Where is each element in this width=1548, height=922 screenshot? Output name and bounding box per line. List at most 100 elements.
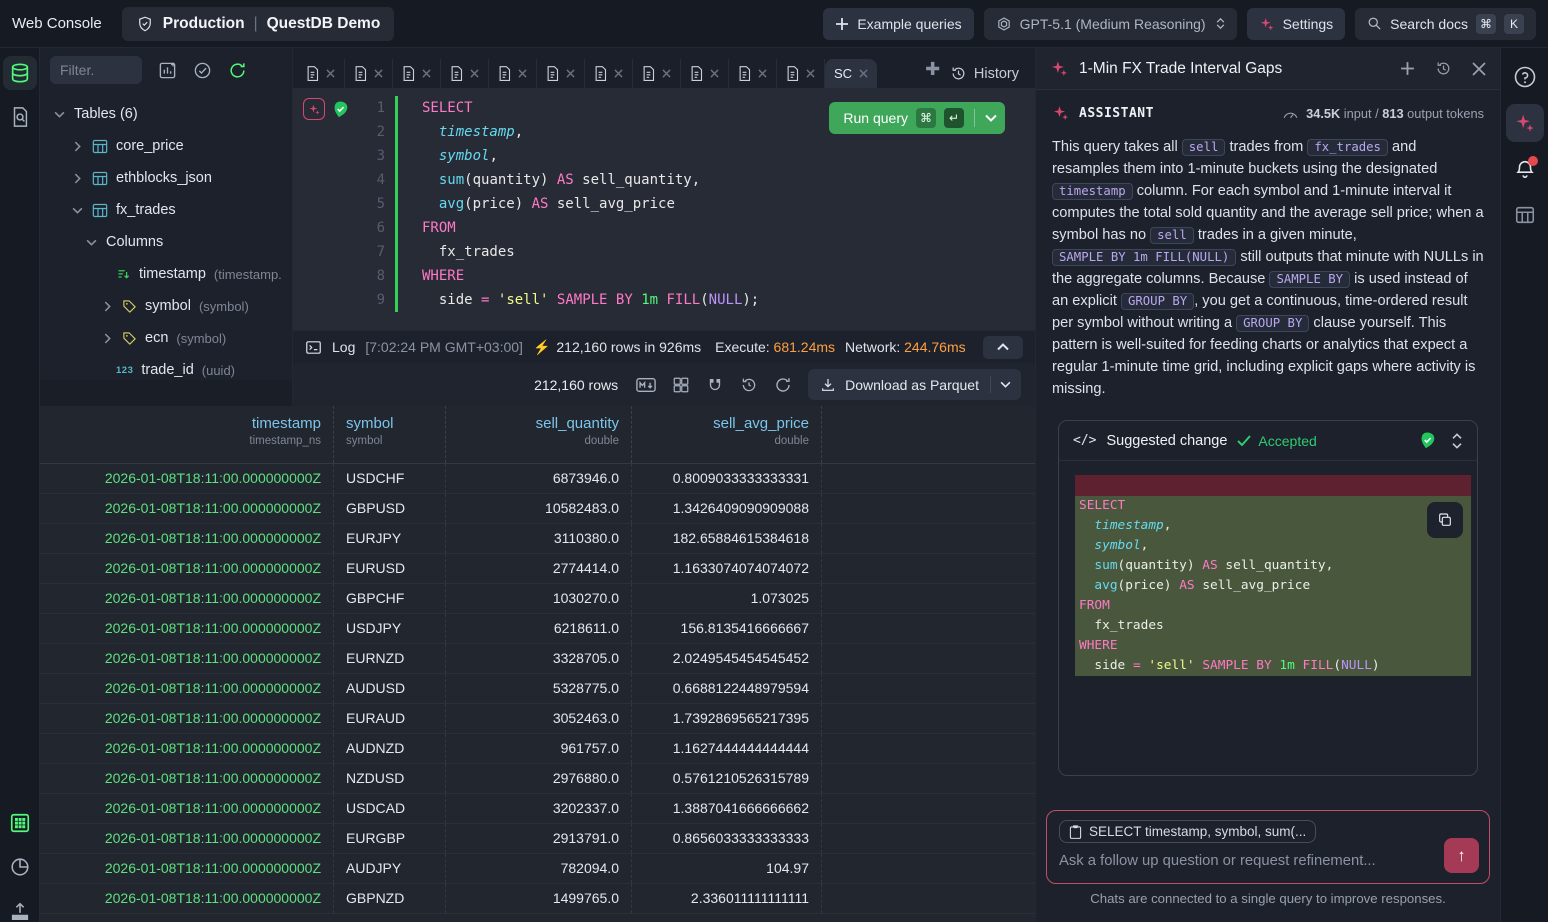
chevron-right-icon[interactable] [100, 333, 114, 344]
new-chat-button[interactable] [1400, 61, 1415, 76]
tree-item-ethblocks-json[interactable]: ethblocks_json [40, 162, 292, 194]
editor-tab[interactable] [297, 59, 345, 88]
tree-item-core-price[interactable]: core_price [40, 130, 292, 162]
table-row[interactable]: 2026-01-08T18:11:00.000000000ZGBPUSD1058… [40, 494, 1035, 524]
table-row[interactable]: 2026-01-08T18:11:00.000000000ZEURGBP2913… [40, 824, 1035, 854]
chat-input-placeholder[interactable]: Ask a follow up question or request refi… [1059, 853, 1479, 873]
refresh-results-icon[interactable] [774, 376, 792, 394]
table-row[interactable]: 2026-01-08T18:11:00.000000000ZUSDCAD3202… [40, 794, 1035, 824]
editor-tab[interactable] [585, 59, 633, 88]
copy-code-button[interactable] [1427, 502, 1463, 538]
run-query-button[interactable]: Run query ⌘ ↵ [829, 102, 1005, 134]
help-button[interactable] [1506, 58, 1544, 96]
editor-tab[interactable] [681, 59, 729, 88]
close-tab-icon[interactable] [758, 69, 767, 78]
close-tab-icon[interactable] [806, 69, 815, 78]
chevron-right-icon[interactable] [70, 173, 84, 184]
close-tab-icon[interactable] [566, 69, 575, 78]
editor-tab[interactable] [345, 59, 393, 88]
tree-item-columns[interactable]: Columns [40, 226, 292, 258]
close-tab-icon[interactable] [859, 69, 868, 78]
close-panel-button[interactable] [1472, 62, 1486, 76]
close-tab-icon[interactable] [662, 69, 671, 78]
model-selector[interactable]: GPT-5.1 (Medium Reasoning) [984, 8, 1237, 40]
table-row[interactable]: 2026-01-08T18:11:00.000000000ZGBPCHF1030… [40, 584, 1035, 614]
rerun-query-icon[interactable] [740, 376, 758, 394]
editor-tab[interactable] [441, 59, 489, 88]
filter-input[interactable] [50, 56, 142, 84]
run-options-chevron-icon[interactable] [985, 114, 997, 122]
table-row[interactable]: 2026-01-08T18:11:00.000000000ZAUDNZD9617… [40, 734, 1035, 764]
table-panel-button[interactable] [1506, 196, 1544, 234]
table-row[interactable]: 2026-01-08T18:11:00.000000000ZNZDUSD2976… [40, 764, 1035, 794]
column-header-sell_quantity[interactable]: sell_quantitydouble [446, 406, 632, 463]
editor-tab[interactable] [729, 59, 777, 88]
close-tab-icon[interactable] [374, 69, 383, 78]
sql-editor[interactable]: 123456789 SELECT timestamp, symbol, sum(… [293, 88, 1035, 330]
magnet-icon[interactable] [706, 376, 724, 394]
file-search-nav-button[interactable] [3, 100, 37, 134]
table-row[interactable]: 2026-01-08T18:11:00.000000000ZAUDJPY7820… [40, 854, 1035, 884]
column-header-sell_avg_price[interactable]: sell_avg_pricedouble [632, 406, 822, 463]
add-metrics-icon[interactable] [158, 61, 177, 80]
column-header-symbol[interactable]: symbolsymbol [334, 406, 446, 463]
chat-input-box[interactable]: SELECT timestamp, symbol, sum(... Ask a … [1046, 810, 1490, 884]
close-tab-icon[interactable] [710, 69, 719, 78]
close-tab-icon[interactable] [470, 69, 479, 78]
log-label[interactable]: Log [332, 339, 355, 355]
chevron-down-icon[interactable] [84, 239, 98, 246]
chat-history-button[interactable] [1435, 60, 1452, 77]
refresh-tables-icon[interactable] [228, 61, 247, 80]
table-row[interactable]: 2026-01-08T18:11:00.000000000ZEURUSD2774… [40, 554, 1035, 584]
example-queries-button[interactable]: Example queries [823, 8, 973, 40]
tree-item-ecn[interactable]: ecn(symbol) [40, 322, 292, 354]
tree-item-trade-id[interactable]: 123trade_id(uuid) [40, 354, 292, 380]
expand-collapse-icon[interactable] [1451, 433, 1463, 449]
editor-tab[interactable] [633, 59, 681, 88]
download-options-chevron-icon[interactable] [1000, 381, 1011, 388]
table-row[interactable]: 2026-01-08T18:11:00.000000000ZEURJPY3110… [40, 524, 1035, 554]
history-button[interactable]: History [950, 65, 1027, 82]
close-tab-icon[interactable] [422, 69, 431, 78]
new-tab-button[interactable]: ✚ [925, 59, 940, 80]
check-circle-icon[interactable] [193, 61, 212, 80]
column-header-timestamp[interactable]: timestamptimestamp_ns [40, 406, 334, 463]
send-button[interactable]: ↑ [1444, 838, 1479, 873]
editor-tab[interactable] [393, 59, 441, 88]
settings-button[interactable]: Settings [1247, 8, 1346, 40]
table-row[interactable]: 2026-01-08T18:11:00.000000000ZEURNZD3328… [40, 644, 1035, 674]
editor-tab-active[interactable]: SC [825, 59, 877, 88]
instance-badge[interactable]: Production | QuestDB Demo [122, 7, 395, 41]
table-row[interactable]: 2026-01-08T18:11:00.000000000ZUSDCHF6873… [40, 464, 1035, 494]
import-button[interactable] [3, 894, 37, 922]
tree-item-timestamp[interactable]: timestamp(timestamp. [40, 258, 292, 290]
ai-assistant-rail-button[interactable] [1506, 104, 1544, 142]
tree-item-tables-6-[interactable]: Tables (6) [40, 98, 292, 130]
editor-tab[interactable] [537, 59, 585, 88]
table-row[interactable]: 2026-01-08T18:11:00.000000000ZAUDUSD5328… [40, 674, 1035, 704]
table-row[interactable]: 2026-01-08T18:11:00.000000000ZGBPNZD1499… [40, 884, 1035, 914]
table-row[interactable]: 2026-01-08T18:11:00.000000000ZUSDJPY6218… [40, 614, 1035, 644]
search-docs[interactable]: Search docs ⌘ K [1355, 8, 1536, 40]
markdown-export-icon[interactable] [636, 377, 656, 393]
grid-view-button[interactable] [3, 806, 37, 840]
tree-item-symbol[interactable]: symbol(symbol) [40, 290, 292, 322]
chevron-right-icon[interactable] [100, 301, 114, 312]
tree-item-fx-trades[interactable]: fx_trades [40, 194, 292, 226]
table-row[interactable]: 2026-01-08T18:11:00.000000000ZEURAUD3052… [40, 704, 1035, 734]
chevron-down-icon[interactable] [52, 111, 66, 118]
query-context-chip[interactable]: SELECT timestamp, symbol, sum(... [1059, 820, 1316, 843]
chevron-right-icon[interactable] [70, 141, 84, 152]
close-tab-icon[interactable] [326, 69, 335, 78]
close-tab-icon[interactable] [614, 69, 623, 78]
database-nav-button[interactable] [3, 56, 37, 90]
notifications-button[interactable] [1506, 150, 1544, 188]
ai-assist-button[interactable] [303, 98, 325, 120]
columns-layout-icon[interactable] [672, 376, 690, 394]
download-parquet-button[interactable]: Download as Parquet [808, 369, 1021, 400]
chart-view-button[interactable] [3, 850, 37, 884]
collapse-log-button[interactable] [983, 336, 1023, 359]
chevron-down-icon[interactable] [70, 207, 84, 214]
close-tab-icon[interactable] [518, 69, 527, 78]
editor-tab[interactable] [489, 59, 537, 88]
